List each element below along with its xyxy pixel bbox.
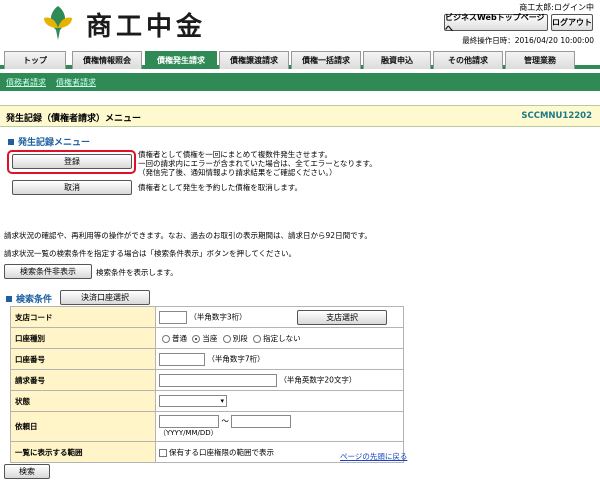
table-row: 口座番号 （半角数字7桁） — [10, 348, 404, 370]
tab-claim-issue[interactable]: 債権発生請求 — [145, 51, 217, 69]
radio-betsudan-label: 別段 — [232, 333, 248, 343]
search-table: 支店コード （半角数字3桁） 支店選択 口座種別 普通 当座 別段 指定しない … — [10, 306, 404, 463]
radio-toza-label: 当座 — [202, 333, 218, 343]
radio-futsu[interactable] — [162, 334, 170, 343]
radio-betsudan[interactable] — [222, 334, 231, 343]
radio-futsu-label: 普通 — [172, 333, 187, 343]
tab-admin[interactable]: 管理業務 — [505, 51, 575, 69]
toggle-search-button[interactable]: 検索条件非表示 — [4, 264, 92, 279]
date-format-hint: （YYYY/MM/DD） — [159, 429, 218, 437]
status-select[interactable]: ▾ — [159, 395, 227, 407]
tab-claim-bulk[interactable]: 債権一括請求 — [291, 51, 361, 69]
tab-other[interactable]: その他請求 — [433, 51, 503, 69]
menu-heading-text: 発生記録メニュー — [18, 138, 91, 148]
request-number-label: 請求番号 — [10, 369, 156, 391]
branch-code-label: 支店コード — [10, 306, 156, 328]
bizweb-top-button[interactable]: ビジネスWebトップページへ — [444, 13, 548, 33]
branch-code-hint: （半角数字3桁） — [189, 312, 247, 321]
info-line1: 請求状況の確認や、再利用等の操作ができます。なお、過去のお取引の表示期間は、請求… — [4, 231, 372, 240]
account-number-input[interactable] — [159, 352, 205, 366]
subnav-creditor[interactable]: 債権者請求 — [56, 77, 96, 88]
logo-text: 商工中金 — [86, 12, 207, 42]
account-number-hint: （半角数字7桁） — [207, 354, 265, 363]
branch-code-cell: （半角数字3桁） 支店選択 — [155, 306, 404, 328]
search-button[interactable]: 検索 — [4, 464, 50, 479]
logout-button[interactable]: ログアウト — [551, 14, 593, 31]
request-number-input[interactable] — [159, 373, 277, 387]
table-row: 支店コード （半角数字3桁） 支店選択 — [10, 306, 404, 328]
status-label: 状態 — [10, 390, 156, 412]
menu-section-heading: 発生記録メニュー — [8, 135, 90, 148]
toggle-description: 検索条件を表示します。 — [96, 268, 178, 277]
table-row: 請求番号 （半角英数字20文字） — [10, 369, 404, 391]
date-label: 依頼日 — [10, 411, 156, 442]
search-heading-text: 検索条件 — [16, 295, 53, 305]
subnav-debtor[interactable]: 債務者請求 — [6, 77, 46, 88]
range-checkbox[interactable] — [159, 448, 167, 457]
logo-icon — [38, 4, 78, 42]
search-section-heading: 検索条件 — [6, 292, 52, 305]
tab-claim-transfer[interactable]: 債権譲渡請求 — [219, 51, 289, 69]
cancel-button[interactable]: 取消 — [12, 180, 132, 195]
range-checkbox-label: 保有する口座権限の範囲で表示 — [169, 447, 274, 457]
branch-select-button[interactable]: 支店選択 — [297, 309, 388, 325]
radio-unspecified-label: 指定しない — [263, 333, 301, 343]
date-cell: ～ （YYYY/MM/DD） — [155, 411, 404, 442]
date-from-input[interactable] — [159, 415, 219, 428]
table-row: 状態 ▾ — [10, 390, 404, 412]
range-label: 一覧に表示する範囲 — [10, 441, 156, 463]
page-title: 発生記録（債権者請求）メニュー — [6, 114, 142, 124]
status-cell: ▾ — [155, 390, 404, 412]
tab-top[interactable]: トップ — [4, 51, 66, 69]
register-desc-line1: 債権者として債権を一回にまとめて複数件発生させます。 — [138, 150, 333, 159]
account-type-label: 口座種別 — [10, 327, 156, 349]
last-operation-time: 最終操作日時：2016/04/20 10:00:00 — [462, 36, 594, 45]
radio-unspecified[interactable] — [253, 334, 262, 343]
account-number-label: 口座番号 — [10, 348, 156, 370]
page-top-link[interactable]: ページの先頭に戻る — [340, 451, 407, 462]
account-select-button[interactable]: 決済口座選択 — [60, 290, 150, 305]
register-description: 債権者として債権を一回にまとめて複数件発生させます。 一回の請求内にエラーが含ま… — [138, 150, 398, 177]
date-to-input[interactable] — [231, 415, 292, 428]
request-number-cell: （半角英数字20文字） — [155, 369, 404, 391]
section-marker-icon — [6, 295, 12, 302]
register-desc-line2: 一回の請求内にエラーが含まれていた場合は、全てエラーとなります。 — [138, 159, 377, 168]
date-range-sep: ～ — [221, 416, 229, 426]
table-row: 口座種別 普通 当座 別段 指定しない — [10, 327, 404, 349]
info-line2: 請求状況一覧の検索条件を指定する場合は「検索条件表示」ボタンを押してください。 — [4, 249, 297, 258]
chevron-down-icon: ▾ — [220, 397, 224, 405]
request-number-hint: （半角英数字20文字） — [279, 375, 357, 384]
section-marker-icon — [8, 138, 14, 145]
register-desc-line3: （発信完了後、通知情報より請求結果をご確認ください。） — [138, 168, 337, 177]
table-row: 依頼日 ～ （YYYY/MM/DD） — [10, 411, 404, 442]
register-button[interactable]: 登録 — [12, 154, 132, 169]
screen-id: SCCMNU12202 — [521, 111, 592, 121]
tab-loan[interactable]: 融資申込 — [363, 51, 431, 69]
account-type-cell: 普通 当座 別段 指定しない — [155, 327, 404, 349]
branch-code-input[interactable] — [159, 310, 187, 324]
radio-toza[interactable] — [192, 334, 201, 343]
tab-claim-info[interactable]: 債権情報照会 — [72, 51, 142, 69]
cancel-description: 債権者として発生を予約した債権を取消します。 — [138, 183, 303, 192]
account-number-cell: （半角数字7桁） — [155, 348, 404, 370]
